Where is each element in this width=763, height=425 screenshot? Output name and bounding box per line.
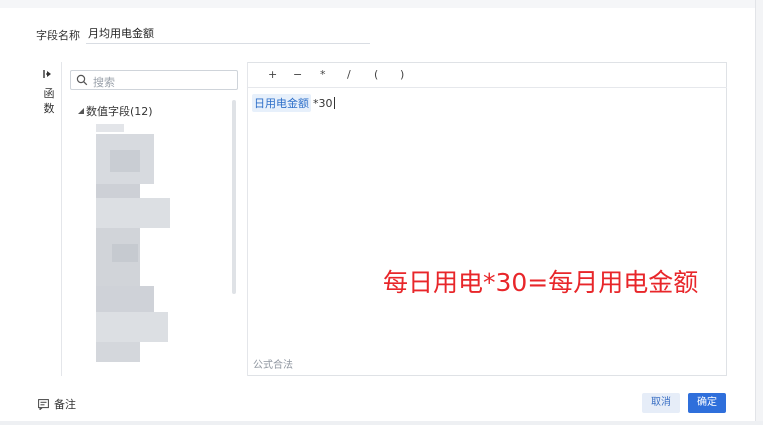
dialog-top-edge [0, 0, 763, 8]
operator-close-paren-button[interactable]: ) [400, 68, 404, 81]
redacted-item [96, 198, 170, 228]
cancel-button[interactable]: 取消 [642, 393, 680, 413]
red-annotation: 每日用电*30=每月用电金额 [383, 268, 699, 297]
formula-field-token[interactable]: 日用电金额 [252, 94, 311, 112]
notes-button[interactable]: 备注 [38, 396, 76, 412]
search-placeholder: 搜索 [93, 76, 115, 89]
numeric-field-group-label: 数值字段(12) [86, 105, 153, 118]
note-icon [38, 398, 49, 410]
redacted-item [96, 312, 168, 342]
field-search-input[interactable]: 搜索 [70, 70, 238, 90]
caret-down-icon [78, 108, 84, 114]
dialog-bottom-edge [0, 421, 763, 425]
search-icon [76, 74, 88, 86]
text-caret [333, 97, 335, 109]
confirm-button[interactable]: 确定 [688, 393, 726, 413]
operator-divide-button[interactable]: / [347, 68, 351, 81]
redacted-item [110, 150, 140, 172]
formula-status: 公式合法 [253, 360, 293, 371]
operator-toolbar: + − * / ( ) [248, 62, 727, 88]
redacted-item [96, 342, 140, 362]
operator-minus-button[interactable]: − [293, 68, 302, 81]
notes-label: 备注 [54, 398, 76, 411]
operator-multiply-button[interactable]: * [320, 68, 326, 81]
formula-input[interactable]: 日用电金额 *30 [252, 94, 335, 112]
expand-right-icon [43, 70, 51, 78]
redacted-item [96, 124, 124, 132]
function-panel-toggle[interactable]: 函 数 [36, 62, 62, 376]
field-name-input[interactable]: 月均用电金额 [86, 24, 370, 44]
redacted-item [96, 286, 154, 312]
function-panel-label: 函 数 [43, 87, 55, 115]
operator-plus-button[interactable]: + [268, 68, 277, 81]
dialog-right-edge [755, 0, 763, 425]
redacted-item [112, 244, 138, 262]
operator-open-paren-button[interactable]: ( [374, 68, 378, 81]
field-list-scrollbar[interactable] [232, 100, 236, 294]
field-name-label: 字段名称 [36, 29, 80, 42]
formula-text: *30 [313, 96, 333, 110]
numeric-field-group[interactable]: 数值字段(12) [78, 103, 153, 119]
